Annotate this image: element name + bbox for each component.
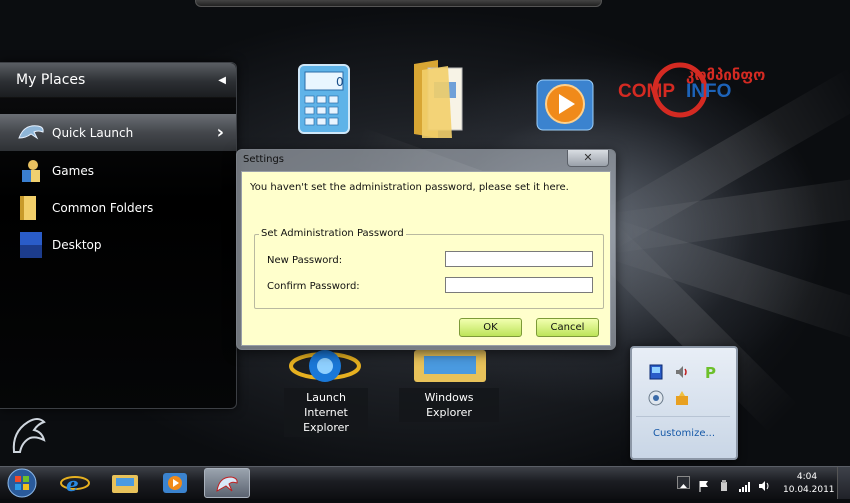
logo-text-info: INFO [686,81,731,102]
place-item-label: Quick Launch [52,125,134,140]
top-dock-edge [195,0,602,7]
confirm-password-label: Confirm Password: [267,281,360,292]
dolphin-icon [16,118,46,148]
clock-date: 10.04.2011 [783,485,835,495]
box-update-icon[interactable] [674,390,690,406]
dolphin-app-icon [216,476,238,492]
safely-remove-hardware-icon[interactable] [718,477,730,491]
taskbar-media-player[interactable] [152,468,198,498]
settings-dialog: Settings ✕ You haven't set the administr… [236,149,616,350]
taskbar-active-app[interactable] [204,468,250,498]
speaker-icon[interactable] [758,477,770,491]
password-group: Set Administration Password New Password… [254,228,604,309]
cancel-button[interactable]: Cancel [536,318,599,337]
action-center-flag-icon[interactable] [698,477,710,492]
svg-text:P: P [705,364,716,380]
app-p-icon[interactable]: P [702,364,718,382]
media-player-icon [163,473,187,493]
clock[interactable]: 4:04 10.04.2011 [783,471,835,497]
ie-caption-line2: Explorer [303,421,349,434]
taskbar: e 4:04 10.04.2011 [0,466,850,499]
chevron-up-icon [680,484,687,488]
calculator-icon[interactable]: 0 [296,62,354,138]
taskbar-internet-explorer[interactable]: e [52,468,98,498]
place-item-quick-launch[interactable]: Quick Launch › [0,114,236,151]
ok-button[interactable]: OK [459,318,522,337]
dialog-title: Settings [243,154,285,165]
notification-overflow-popup: P Customize... [630,346,738,460]
signal-strength-icon[interactable] [738,477,750,492]
folder-library-icon [112,475,138,493]
windows-explorer-caption: Windows Explorer [399,388,499,422]
place-item-label: Games [52,163,94,178]
chevron-right-icon: › [216,122,224,143]
my-places-header: My Places ◀ [0,63,236,98]
dolphin-logo-icon [8,412,50,458]
taskbar-windows-explorer[interactable] [102,468,148,498]
close-button[interactable]: ✕ [567,150,609,167]
clock-time: 4:04 [796,472,818,482]
confirm-password-input[interactable] [445,277,593,293]
windows-explorer-desktop-icon[interactable] [410,346,490,386]
games-icon [16,156,46,186]
logo-text-georgian: კომპინფო [686,66,765,84]
collapse-arrow-icon[interactable]: ◀ [218,75,226,86]
customize-link[interactable]: Customize... [632,428,736,439]
security-shield-icon[interactable] [648,390,664,406]
desktop-icon [16,230,46,260]
logo-text-comp: COMP [618,81,675,102]
new-password-label: New Password: [267,255,343,266]
place-item-common-folders[interactable]: Common Folders [0,189,236,226]
new-password-input[interactable] [445,251,593,267]
dialog-body: You haven't set the administration passw… [241,171,611,346]
password-group-label: Set Administration Password [259,228,406,239]
internet-explorer-desktop-icon[interactable] [287,344,365,388]
close-icon: ✕ [583,151,593,164]
dialog-titlebar[interactable]: Settings ✕ [237,150,615,170]
place-item-desktop[interactable]: Desktop [0,226,236,263]
compinfo-logo: COMP INFO კომპინფო [616,60,801,120]
folder-icon [16,193,46,223]
network-adapter-icon[interactable] [648,364,664,380]
show-desktop-button[interactable] [837,467,850,499]
svg-text:e: e [66,472,79,496]
ie-desktop-caption: Launch Internet Explorer [284,388,368,437]
documents-folder-icon[interactable] [408,58,470,142]
show-hidden-icons-button[interactable] [677,476,690,489]
place-item-label: Desktop [52,237,102,252]
my-places-title: My Places [16,72,86,88]
media-player-icon[interactable] [535,72,597,134]
start-button[interactable] [6,468,38,498]
place-item-label: Common Folders [52,200,154,215]
dialog-message: You haven't set the administration passw… [250,182,569,193]
ie-caption-line1: Launch Internet [304,391,348,419]
svg-text:0: 0 [336,75,344,89]
volume-icon[interactable] [674,364,690,380]
internet-explorer-icon: e [60,472,90,496]
place-item-games[interactable]: Games [0,152,236,189]
my-places-panel: My Places ◀ Quick Launch › Games Common … [0,62,237,409]
windows-logo-icon [7,468,37,498]
